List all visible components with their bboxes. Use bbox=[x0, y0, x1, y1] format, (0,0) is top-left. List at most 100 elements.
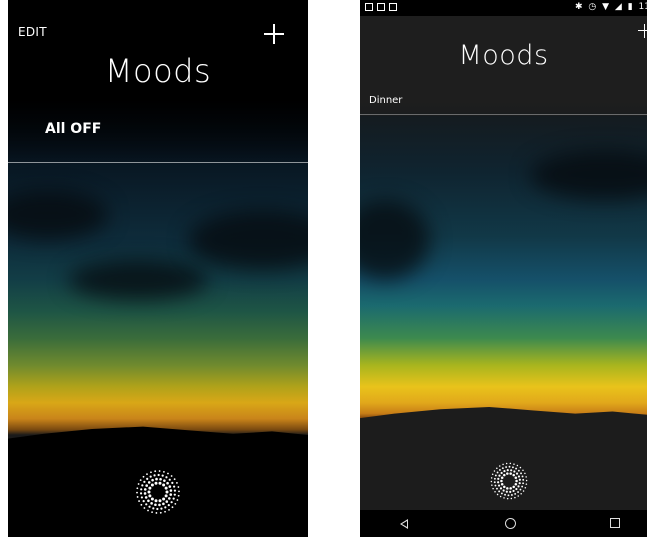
logo-dot bbox=[516, 464, 519, 467]
logo-dot bbox=[510, 469, 513, 472]
logo-dot bbox=[158, 503, 161, 507]
mood-item-all-off[interactable]: All OFF bbox=[45, 121, 101, 137]
logo-dot bbox=[167, 472, 169, 475]
logo-dot bbox=[145, 503, 148, 506]
signal-icon: ◢ bbox=[614, 2, 622, 12]
logo-dot bbox=[521, 485, 524, 488]
logo-dot bbox=[165, 490, 169, 494]
left-phone-screen: EDIT Moods All OFF bbox=[8, 0, 308, 537]
alarm-icon: ◷ bbox=[588, 2, 597, 12]
edit-button[interactable]: EDIT bbox=[18, 25, 47, 39]
hue-dots-logo-icon[interactable] bbox=[133, 467, 183, 517]
logo-dot bbox=[164, 506, 167, 509]
logo-dot bbox=[493, 470, 496, 472]
logo-dot bbox=[503, 469, 506, 473]
logo-dot bbox=[158, 470, 161, 472]
logo-dot bbox=[506, 472, 509, 475]
android-nav-bar bbox=[360, 510, 647, 537]
battery-icon: ▮ bbox=[627, 2, 633, 12]
logo-dot bbox=[177, 486, 180, 488]
logo-dot bbox=[492, 487, 494, 490]
logo-dot bbox=[170, 475, 173, 477]
logo-dot bbox=[508, 465, 511, 468]
logo-dot bbox=[168, 497, 171, 500]
logo-dot bbox=[491, 484, 493, 486]
logo-dot bbox=[518, 478, 521, 481]
logo-dot bbox=[156, 507, 159, 511]
mood-item-dinner[interactable]: Dinner bbox=[369, 95, 402, 106]
logo-dot bbox=[525, 479, 528, 482]
logo-dot bbox=[500, 483, 504, 486]
logo-dot bbox=[498, 465, 501, 467]
logo-dot bbox=[162, 502, 165, 506]
logo-dot bbox=[143, 492, 147, 495]
logo-dot bbox=[168, 485, 172, 488]
logo-dot bbox=[139, 492, 143, 495]
logo-dot bbox=[141, 484, 144, 487]
logo-dot bbox=[517, 469, 520, 472]
logo-dot bbox=[161, 474, 164, 477]
logo-dot bbox=[174, 502, 177, 505]
logo-dot bbox=[143, 480, 146, 483]
logo-dot bbox=[142, 475, 145, 478]
logo-dot bbox=[173, 493, 176, 496]
logo-dot bbox=[522, 482, 525, 485]
logo-dot bbox=[522, 478, 525, 481]
logo-dot bbox=[154, 503, 157, 507]
logo-dot bbox=[154, 499, 158, 503]
logo-dot bbox=[498, 490, 501, 493]
logo-dot bbox=[512, 485, 515, 489]
logo-dot bbox=[163, 479, 166, 482]
clock-time: 11: bbox=[638, 2, 647, 12]
logo-dot bbox=[170, 501, 173, 504]
logo-dot bbox=[140, 496, 143, 499]
logo-dot bbox=[490, 477, 493, 479]
logo-dot bbox=[514, 492, 517, 495]
logo-dot bbox=[503, 473, 506, 477]
logo-dot bbox=[138, 500, 140, 502]
logo-dot bbox=[522, 490, 525, 492]
logo-dot bbox=[151, 478, 154, 482]
logo-dot bbox=[144, 496, 148, 499]
recents-icon[interactable] bbox=[610, 518, 620, 528]
status-bar: ✱ ◷ ▼ ◢ ▮ 11: bbox=[360, 0, 647, 16]
logo-dot bbox=[173, 485, 176, 488]
logo-dot bbox=[497, 484, 501, 487]
home-icon[interactable] bbox=[505, 518, 516, 529]
logo-dot bbox=[517, 485, 520, 488]
logo-dot bbox=[524, 486, 527, 489]
back-icon[interactable] bbox=[400, 519, 408, 529]
logo-dot bbox=[160, 507, 163, 510]
logo-dot bbox=[136, 487, 139, 490]
logo-dot bbox=[147, 499, 150, 503]
logo-dot bbox=[512, 466, 514, 469]
logo-dot bbox=[496, 467, 498, 469]
logo-dot bbox=[499, 487, 503, 490]
logo-dot bbox=[515, 487, 518, 491]
hue-dots-logo-icon[interactable] bbox=[488, 460, 530, 502]
logo-dot bbox=[496, 471, 499, 474]
logo-dot bbox=[148, 486, 152, 490]
logo-dot bbox=[519, 488, 522, 491]
logo-dot bbox=[164, 510, 166, 513]
logo-dot bbox=[501, 467, 504, 470]
plus-icon[interactable] bbox=[638, 24, 647, 38]
logo-dot bbox=[500, 492, 503, 495]
logo-dot bbox=[494, 484, 497, 487]
logo-dot bbox=[521, 475, 524, 478]
notification-icons bbox=[365, 3, 401, 13]
logo-dot bbox=[504, 493, 506, 496]
logo-dot bbox=[515, 479, 518, 483]
logo-dot bbox=[496, 487, 498, 490]
logo-dot bbox=[515, 472, 519, 475]
logo-dot bbox=[519, 466, 522, 469]
logo-dot bbox=[176, 482, 178, 484]
logo-dot bbox=[159, 477, 162, 481]
logo-dot bbox=[513, 463, 515, 465]
logo-dot bbox=[172, 497, 175, 500]
logo-dot bbox=[509, 472, 512, 475]
logo-dot bbox=[506, 497, 509, 500]
logo-dot bbox=[517, 495, 520, 497]
logo-dot bbox=[509, 490, 512, 493]
plus-icon[interactable] bbox=[264, 24, 284, 44]
